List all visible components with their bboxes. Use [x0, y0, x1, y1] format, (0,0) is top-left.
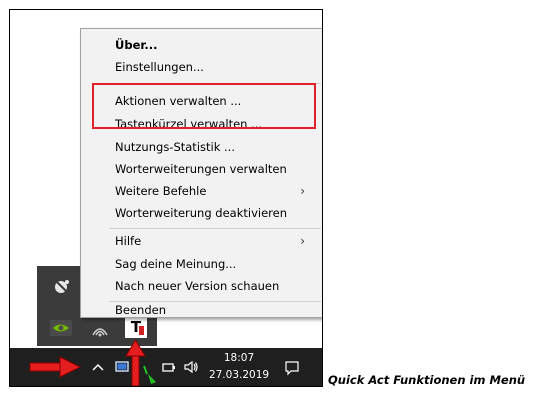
green-cursor-icon [143, 365, 156, 384]
screenshot-frame: T Über... Einstellungen... Aktionen verw… [9, 9, 323, 387]
arrow-up-icon [125, 339, 146, 386]
annotation-arrows [29, 339, 156, 386]
arrow-right-icon [29, 356, 82, 378]
figure-caption: Quick Act Funktionen im Menü [328, 373, 526, 387]
